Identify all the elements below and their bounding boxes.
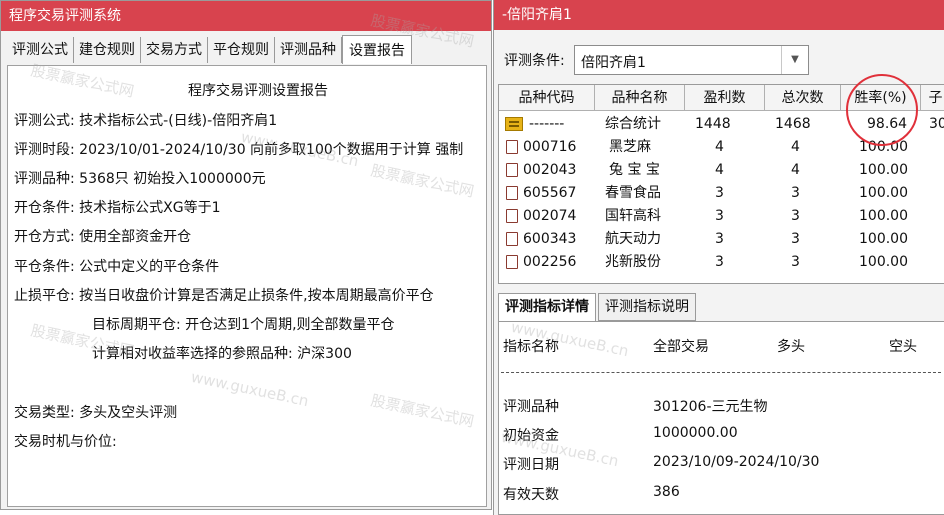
cell-profit: 3 [715, 254, 724, 270]
cell-rate: 100.00 [859, 208, 908, 224]
tab-settings-report[interactable]: 设置报告 [342, 35, 412, 64]
tab-trade-mode[interactable]: 交易方式 [141, 37, 208, 63]
table-row[interactable]: 002043 兔 宝 宝 4 4 100.00 [499, 159, 944, 182]
chevron-down-icon[interactable]: ▼ [781, 46, 808, 74]
cell-total: 1468 [775, 116, 811, 132]
table-row[interactable]: 002074 国轩高科 3 3 100.00 [499, 205, 944, 228]
cell-code: ------- [529, 116, 565, 132]
tab-close-rule[interactable]: 平仓规则 [208, 37, 275, 63]
cell-rate: 100.00 [859, 162, 908, 178]
report-line: 开仓条件: 技术指标公式XG等于1 [14, 200, 221, 216]
cell-name: 航天动力 [605, 231, 661, 247]
detail-label: 有效天数 [503, 487, 559, 503]
cell-total: 4 [791, 162, 800, 178]
cell-rate: 100.00 [859, 185, 908, 201]
detail-panel[interactable]: 指标名称 全部交易 多头 空头 评测品种 301206-三元生物 初始资金 10… [498, 321, 944, 515]
detail-label: 初始资金 [503, 428, 559, 444]
detail-value: 301206-三元生物 [653, 399, 768, 415]
document-icon [506, 255, 518, 269]
cell-code: 002256 [523, 254, 577, 270]
cell-total: 3 [791, 254, 800, 270]
col-header-total[interactable]: 总次数 [765, 85, 841, 111]
detail-value: 386 [653, 484, 680, 500]
table-row[interactable]: 600343 航天动力 3 3 100.00 [499, 228, 944, 251]
cell-code: 002043 [523, 162, 577, 178]
cell-profit: 3 [715, 208, 724, 224]
tab-symbols[interactable]: 评测品种 [275, 37, 342, 63]
report-body[interactable]: 程序交易评测设置报告 评测公式: 技术指标公式-(日线)-倍阳齐肩1 评测时段:… [7, 65, 487, 507]
document-icon [506, 186, 518, 200]
report-line: 开仓方式: 使用全部资金开仓 [14, 229, 192, 245]
detail-header-short: 空头 [889, 339, 917, 355]
cell-rate: 100.00 [859, 254, 908, 270]
report-line: 评测公式: 技术指标公式-(日线)-倍阳齐肩1 [14, 113, 278, 129]
tab-formula[interactable]: 评测公式 [7, 37, 74, 63]
document-icon [506, 232, 518, 246]
summary-icon [505, 117, 523, 131]
report-window-title: 程序交易评测系统 [1, 1, 491, 31]
cell-code: 000716 [523, 139, 577, 155]
col-header-name[interactable]: 品种名称 [595, 85, 685, 111]
report-line: 止损平仓: 按当日收盘价计算是否满足止损条件,按本周期最高价平仓 [14, 288, 434, 304]
cell-profit: 4 [715, 139, 724, 155]
report-heading: 程序交易评测设置报告 [188, 83, 328, 99]
detail-header-metric: 指标名称 [503, 339, 559, 355]
cell-code: 605567 [523, 185, 577, 201]
cell-total: 3 [791, 185, 800, 201]
document-icon [506, 209, 518, 223]
cell-name: 春雪食品 [605, 185, 661, 201]
detail-value: 1000000.00 [653, 425, 738, 441]
tab-metric-help[interactable]: 评测指标说明 [598, 293, 696, 321]
report-line: 目标周期平仓: 开仓达到1个周期,则全部数量平仓 [92, 317, 395, 333]
report-line: 平仓条件: 公式中定义的平仓条件 [14, 259, 220, 275]
cell-extra: 30 [929, 116, 944, 132]
tab-open-rule[interactable]: 建仓规则 [74, 37, 141, 63]
cell-profit: 1448 [695, 116, 731, 132]
cell-total: 3 [791, 208, 800, 224]
condition-select-value: 倍阳齐肩1 [581, 55, 646, 71]
report-line: 评测品种: 5368只 初始投入1000000元 [14, 171, 266, 187]
table-row[interactable]: 002256 兆新股份 3 3 100.00 [499, 251, 944, 274]
document-icon [506, 140, 518, 154]
cell-name: 国轩高科 [605, 208, 661, 224]
detail-label: 评测日期 [503, 457, 559, 473]
tab-metric-details[interactable]: 评测指标详情 [498, 293, 596, 322]
report-line: 评测时段: 2023/10/01-2024/10/30 向前多取100个数据用于… [14, 142, 464, 158]
cell-name: 黑芝麻 [609, 139, 651, 155]
cell-name: 兔 宝 宝 [609, 162, 660, 178]
cell-name: 综合统计 [605, 116, 661, 132]
report-line: 计算相对收益率选择的参照品种: 沪深300 [92, 346, 352, 362]
cell-name: 兆新股份 [605, 254, 661, 270]
cell-profit: 3 [715, 231, 724, 247]
cell-total: 3 [791, 231, 800, 247]
highlight-circle [846, 74, 918, 146]
detail-header-all: 全部交易 [653, 339, 709, 355]
report-line: 交易时机与价位: [14, 434, 117, 450]
table-row[interactable]: 605567 春雪食品 3 3 100.00 [499, 182, 944, 205]
report-line: 交易类型: 多头及空头评测 [14, 405, 178, 421]
report-window: 程序交易评测系统 评测公式 建仓规则 交易方式 平仓规则 评测品种 设置报告 程… [0, 0, 492, 510]
detail-tabs: 评测指标详情 评测指标说明 [498, 293, 698, 322]
condition-label: 评测条件: [504, 53, 565, 69]
detail-value: 2023/10/09-2024/10/30 [653, 454, 820, 470]
detail-label: 评测品种 [503, 399, 559, 415]
report-tabs: 评测公式 建仓规则 交易方式 平仓规则 评测品种 设置报告 [7, 35, 412, 65]
condition-select[interactable]: 倍阳齐肩1 ▼ [574, 45, 809, 75]
col-header-extra[interactable]: 子 [921, 85, 944, 111]
cell-total: 4 [791, 139, 800, 155]
result-window-title: -倍阳齐肩1 [494, 0, 944, 30]
document-icon [506, 163, 518, 177]
cell-code: 600343 [523, 231, 577, 247]
divider [501, 372, 941, 373]
cell-profit: 3 [715, 185, 724, 201]
cell-code: 002074 [523, 208, 577, 224]
col-header-code[interactable]: 品种代码 [499, 85, 595, 111]
cell-rate: 100.00 [859, 231, 908, 247]
col-header-profit[interactable]: 盈利数 [685, 85, 765, 111]
detail-header-long: 多头 [777, 339, 805, 355]
cell-profit: 4 [715, 162, 724, 178]
